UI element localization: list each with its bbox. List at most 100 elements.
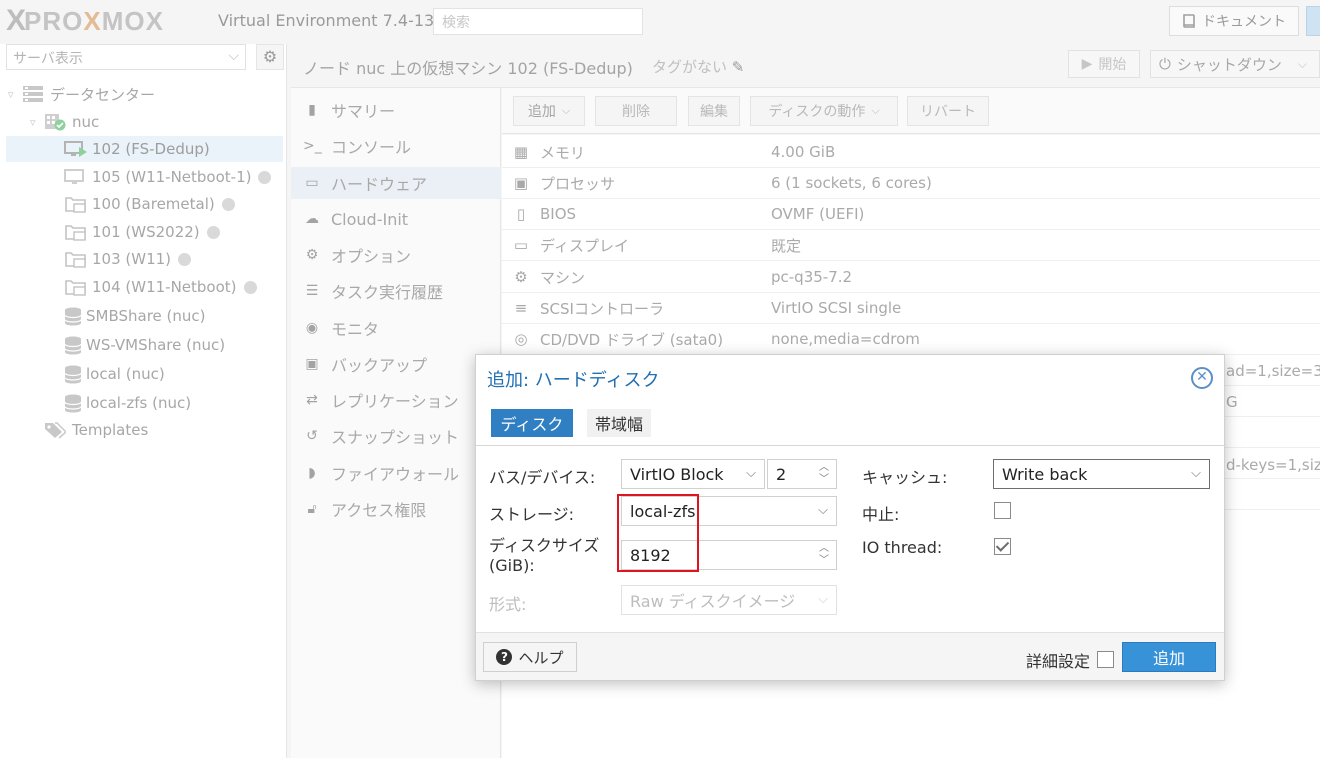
- iothread-checkbox[interactable]: [994, 538, 1011, 555]
- edit-button[interactable]: 編集: [688, 96, 740, 126]
- nav-backup[interactable]: ▣ バックアップ: [291, 348, 501, 380]
- user-menu-button[interactable]: [1306, 6, 1320, 36]
- hardware-key: SCSIコントローラ: [540, 299, 664, 318]
- nav-monitor[interactable]: ◉ モニタ: [291, 312, 501, 344]
- tree-item-label: WS-VMShare (nuc): [86, 336, 226, 354]
- tree-item-vm-100[interactable]: 100 (Baremetal): [64, 191, 287, 217]
- storage-label: ストレージ:: [489, 505, 575, 524]
- nav-label: ハードウェア: [331, 175, 428, 194]
- tree-item-vm-102[interactable]: 102 (FS-Dedup): [6, 136, 283, 162]
- cache-select[interactable]: Write back ⌵: [993, 459, 1210, 489]
- disk-size-label-line1: ディスクサイズ: [489, 536, 600, 555]
- status-dot-icon: [221, 197, 235, 211]
- search-input[interactable]: 検索: [433, 8, 643, 35]
- revert-button[interactable]: リバート: [907, 96, 989, 126]
- hardware-row[interactable]: ▦ メモリ 4.00 GiB: [502, 137, 1320, 168]
- tree-item-node[interactable]: ▿ nuc: [30, 109, 287, 135]
- view-select-value: サーバ表示: [13, 51, 83, 67]
- close-icon[interactable]: ✕: [1191, 367, 1213, 389]
- device-number-spinner[interactable]: 2 ︿ ﹀: [767, 459, 837, 489]
- nav-label: モニタ: [331, 320, 380, 339]
- discard-checkbox[interactable]: [994, 502, 1011, 519]
- tree-item-vm-101[interactable]: 101 (WS2022): [64, 219, 287, 245]
- shutdown-label: シャットダウン: [1176, 55, 1282, 74]
- tree-settings-button[interactable]: ⚙: [256, 44, 284, 70]
- tree-item-storage-local-zfs[interactable]: local-zfs (nuc): [64, 390, 287, 416]
- hardware-value: 既定: [771, 236, 802, 255]
- hardware-row[interactable]: ≡ SCSIコントローラ VirtIO SCSI single: [502, 293, 1320, 324]
- start-button[interactable]: ▶ 開始: [1068, 50, 1140, 78]
- chevron-down-icon: ⌵: [818, 592, 828, 607]
- tree-item-vm-103[interactable]: 103 (W11): [64, 246, 287, 272]
- nav-console[interactable]: >_ コンソール: [291, 130, 501, 162]
- nav-options[interactable]: ⚙ オプション: [291, 239, 501, 271]
- tree-item-label: local (nuc): [86, 365, 165, 383]
- tree-item-storage-smbshare[interactable]: SMBShare (nuc): [64, 303, 287, 329]
- shutdown-button[interactable]: ⏻ シャットダウン ⌵: [1150, 50, 1320, 78]
- tree-item-datacenter[interactable]: ▿ データセンター: [8, 81, 287, 107]
- documentation-button[interactable]: ドキュメント: [1169, 6, 1299, 36]
- nav-firewall[interactable]: ◗ ファイアウォール: [291, 457, 501, 489]
- spinner-arrows-icon[interactable]: ︿ ﹀: [818, 463, 830, 485]
- power-icon: ⏻: [1159, 55, 1171, 73]
- nav-label: サマリー: [331, 102, 396, 121]
- nav-hardware[interactable]: ▭ ハードウェア: [291, 167, 501, 199]
- database-icon: ≡: [514, 299, 528, 317]
- remove-button[interactable]: 削除: [595, 96, 677, 126]
- gear-icon: ⚙: [262, 47, 278, 66]
- cache-select-value: Write back: [1002, 464, 1088, 484]
- tree-item-vm-105[interactable]: 105 (W11-Netboot-1): [64, 164, 287, 190]
- desktop-icon: ▭: [305, 175, 319, 191]
- gear-icon: ⚙: [305, 247, 319, 263]
- nav-label: スナップショット: [331, 428, 460, 447]
- help-button[interactable]: ? ヘルプ: [483, 642, 577, 672]
- nav-task-history[interactable]: ☰ タスク実行履歴: [291, 275, 501, 307]
- discard-label: 中止:: [862, 505, 900, 524]
- format-select-value: Raw ディスクイメージ: [630, 592, 796, 611]
- tree-item-label: Templates: [72, 421, 149, 439]
- nav-label: レプリケーション: [331, 392, 459, 411]
- unlock-icon: 🔓︎: [307, 501, 317, 517]
- iothread-label: IO thread:: [862, 538, 943, 557]
- nav-snapshots[interactable]: ↺ スナップショット: [291, 420, 501, 452]
- nav-summary[interactable]: ▮ サマリー: [291, 94, 501, 126]
- hardware-key: CD/DVD ドライブ (sata0): [540, 330, 724, 349]
- proxmox-logo[interactable]: X PROXMOX: [6, 4, 164, 37]
- tree-item-label: SMBShare (nuc): [86, 307, 206, 325]
- tree-item-label: 103 (W11): [92, 250, 172, 268]
- tree-item-vm-104[interactable]: 104 (W11-Netboot): [64, 274, 287, 300]
- add-hardware-button[interactable]: 追加 ⌵: [513, 96, 585, 126]
- tree-item-templates[interactable]: Templates: [44, 417, 287, 443]
- disk-action-label: ディスクの動作: [768, 104, 866, 120]
- hardware-value: OVMF (UEFI): [771, 205, 865, 223]
- spinner-arrows-icon[interactable]: ︿ ﹀: [818, 544, 830, 566]
- chevron-down-icon[interactable]: ⌵: [1298, 57, 1307, 72]
- cloud-icon: ☁: [305, 211, 319, 227]
- hardware-value-fragment: G: [1226, 393, 1238, 411]
- nav-cloud-init[interactable]: ☁ Cloud-Init: [291, 203, 501, 235]
- bus-select[interactable]: VirtIO Block ⌵: [621, 459, 765, 489]
- nav-permissions[interactable]: 🔓︎ アクセス権限: [291, 493, 501, 525]
- format-select[interactable]: Raw ディスクイメージ ⌵: [621, 585, 837, 615]
- nav-replication[interactable]: ⇄ レプリケーション: [291, 384, 501, 416]
- revert-label: リバート: [920, 104, 976, 120]
- add-button[interactable]: 追加: [1122, 642, 1216, 672]
- nav-label: オプション: [331, 247, 412, 266]
- disk-action-button[interactable]: ディスクの動作 ⌵: [750, 96, 898, 126]
- hardware-row[interactable]: ⚙ マシン pc-q35-7.2: [502, 262, 1320, 293]
- device-number-value: 2: [776, 464, 787, 484]
- hardware-key: メモリ: [540, 143, 586, 162]
- tab-disk[interactable]: ディスク: [491, 409, 573, 437]
- edit-label: 編集: [700, 104, 728, 120]
- tab-bandwidth[interactable]: 帯域幅: [587, 409, 651, 437]
- view-select[interactable]: サーバ表示 ⌵: [6, 44, 246, 70]
- tree-item-storage-local[interactable]: local (nuc): [64, 361, 287, 387]
- book-icon: ▮: [308, 102, 316, 118]
- hardware-row[interactable]: ▣ プロセッサ 6 (1 sockets, 6 cores): [502, 168, 1320, 199]
- hardware-row[interactable]: ▭ ディスプレイ 既定: [502, 230, 1320, 261]
- hardware-row[interactable]: ▯ BIOS OVMF (UEFI): [502, 199, 1320, 230]
- tags-editor[interactable]: タグがない ✎: [652, 56, 744, 77]
- hardware-row[interactable]: ◎ CD/DVD ドライブ (sata0) none,media=cdrom: [502, 324, 1320, 355]
- tree-item-storage-ws-vmshare[interactable]: WS-VMShare (nuc): [64, 332, 287, 358]
- advanced-checkbox[interactable]: [1097, 651, 1114, 668]
